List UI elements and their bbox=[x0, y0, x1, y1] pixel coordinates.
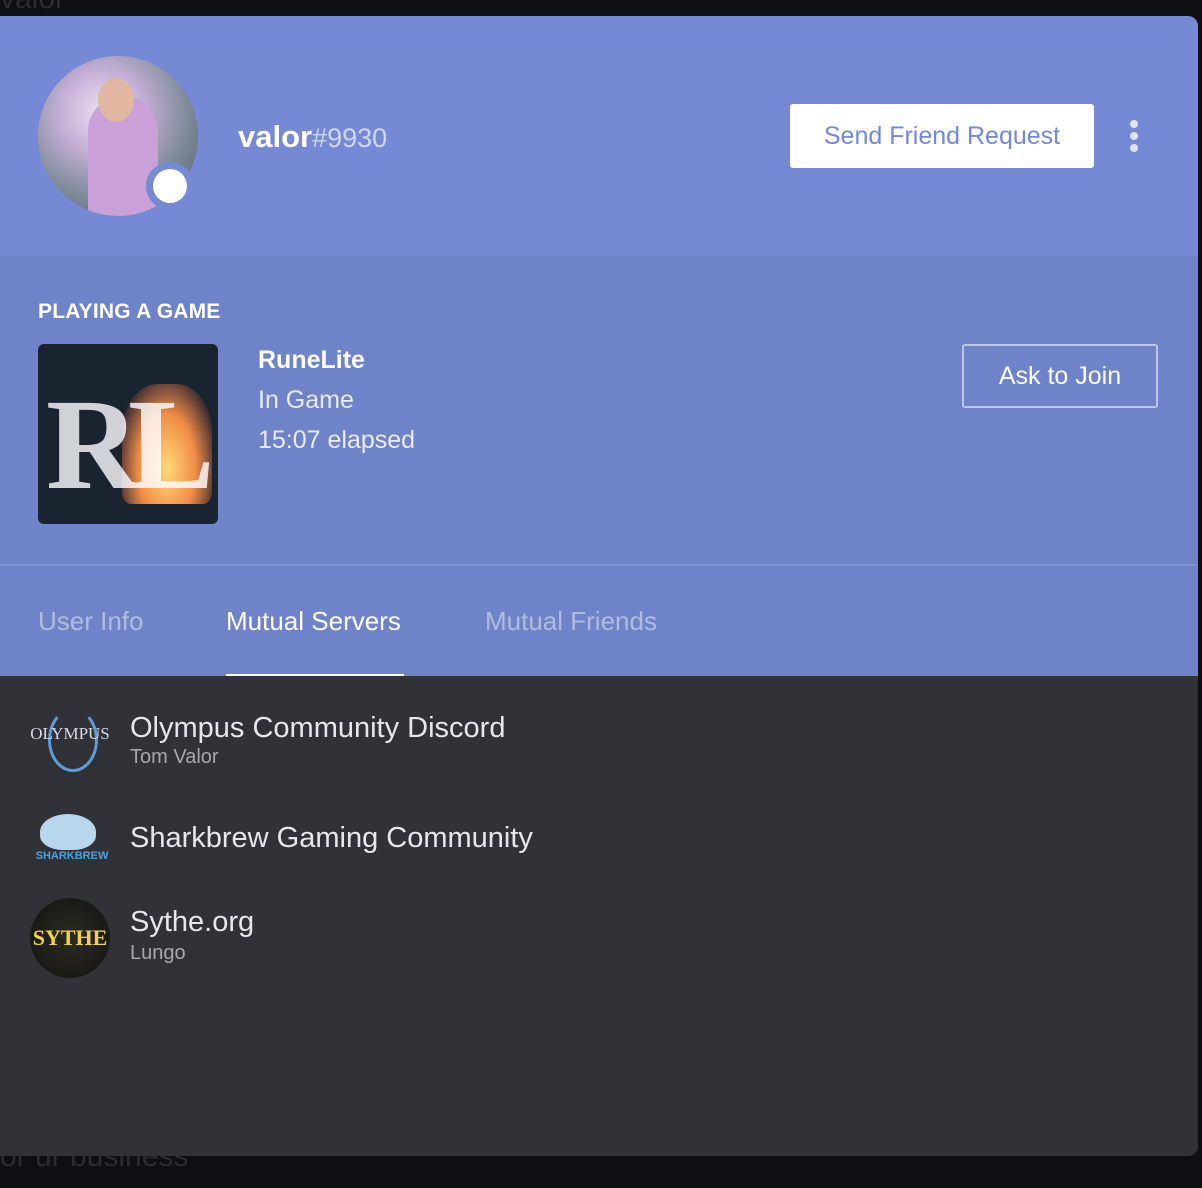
username: valor#9930 bbox=[238, 119, 387, 155]
list-item-server[interactable]: SYTHE Sythe.org Lungo bbox=[30, 898, 830, 978]
server-icon-text: SHARKBREW bbox=[35, 850, 109, 862]
background-text-top: valor bbox=[0, 0, 65, 16]
list-item-server[interactable]: SHARKBREW Sharkbrew Gaming Community bbox=[30, 800, 830, 880]
username-name: valor bbox=[238, 119, 313, 154]
server-nickname: Tom Valor bbox=[130, 746, 219, 768]
send-friend-request-button[interactable]: Send Friend Request bbox=[790, 104, 1094, 168]
server-icon: OLYMPUS bbox=[30, 698, 110, 778]
game-state: In Game bbox=[258, 386, 354, 414]
server-icon: SYTHE bbox=[30, 898, 110, 978]
tab-mutual-friends[interactable]: Mutual Friends bbox=[485, 606, 657, 637]
more-options-icon[interactable] bbox=[1120, 116, 1148, 160]
server-icon-text: OLYMPUS bbox=[30, 724, 110, 743]
shark-icon bbox=[40, 814, 96, 850]
game-icon: RL bbox=[38, 344, 218, 524]
tab-user-info[interactable]: User Info bbox=[38, 606, 144, 637]
tab-mutual-servers[interactable]: Mutual Servers bbox=[226, 606, 401, 637]
avatar-head-shape bbox=[98, 78, 134, 122]
list-item-server[interactable]: OLYMPUS Olympus Community Discord Tom Va… bbox=[30, 698, 830, 778]
activity-section: PLAYING A GAME RL RuneLite In Game 15:07… bbox=[0, 256, 1198, 566]
game-icon-flame bbox=[122, 384, 212, 504]
server-nickname: Lungo bbox=[130, 942, 186, 964]
activity-header: PLAYING A GAME bbox=[38, 300, 221, 323]
game-elapsed: 15:07 elapsed bbox=[258, 426, 416, 454]
server-icon-text: SYTHE bbox=[32, 925, 108, 950]
profile-tabs: User Info Mutual Servers Mutual Friends bbox=[0, 564, 1198, 678]
server-name: Sythe.org bbox=[130, 906, 255, 938]
username-discriminator: #9930 bbox=[312, 123, 388, 153]
server-name: Olympus Community Discord bbox=[130, 712, 506, 744]
mutual-servers-list: OLYMPUS Olympus Community Discord Tom Va… bbox=[0, 676, 1198, 1156]
server-name: Sharkbrew Gaming Community bbox=[130, 822, 533, 854]
user-profile-modal: valor#9930 Send Friend Request PLAYING A… bbox=[0, 16, 1198, 1156]
game-name: RuneLite bbox=[258, 346, 365, 374]
ask-to-join-button[interactable]: Ask to Join bbox=[962, 344, 1158, 408]
server-icon: SHARKBREW bbox=[30, 800, 110, 880]
status-indicator bbox=[153, 169, 187, 203]
profile-header: valor#9930 Send Friend Request bbox=[0, 16, 1198, 256]
